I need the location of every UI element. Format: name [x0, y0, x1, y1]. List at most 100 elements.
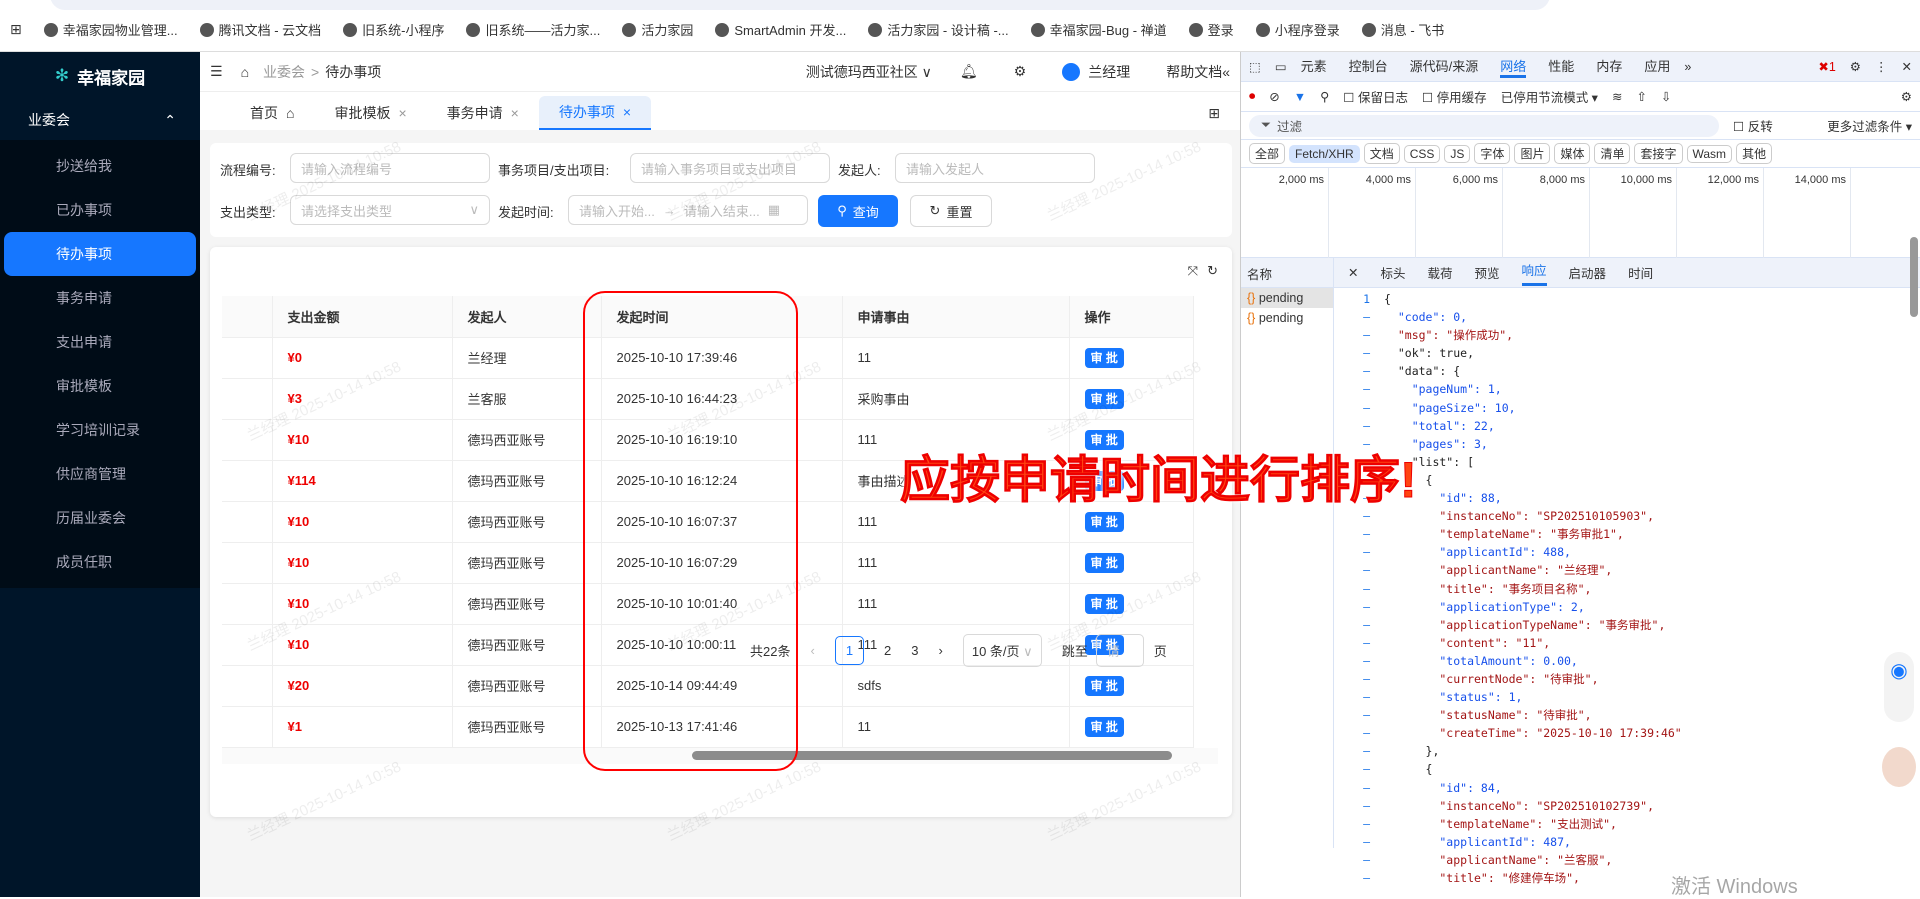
detail-tab[interactable]: 载荷 — [1428, 263, 1453, 282]
preserve-log-checkbox[interactable]: ☐ 保留日志 — [1343, 87, 1408, 106]
request-item[interactable]: {} pending — [1241, 288, 1333, 308]
inspect-icon[interactable]: ⬚ — [1249, 59, 1261, 74]
devtools-tab[interactable]: 内存 — [1596, 56, 1622, 78]
detail-tab[interactable]: 标头 — [1380, 263, 1405, 282]
community-select[interactable]: 测试德玛西亚社区 ∨ — [806, 62, 932, 82]
assistant-avatar[interactable] — [1882, 747, 1916, 787]
page-1[interactable]: 1 — [834, 636, 865, 665]
user-name[interactable]: 兰经理 — [1088, 62, 1130, 82]
type-filter-chip[interactable]: Wasm — [1686, 144, 1733, 163]
bookmark[interactable]: 腾讯文档 - 云文档 — [199, 20, 321, 39]
upload-icon[interactable]: ⇧ — [1636, 89, 1646, 104]
type-filter-chip[interactable]: Fetch/XHR — [1289, 144, 1360, 163]
type-select[interactable]: 请选择支出类型 ∨ — [290, 195, 490, 225]
bookmark[interactable]: 活力家园 — [622, 20, 693, 39]
filter-icon[interactable]: ▼ — [1294, 90, 1306, 104]
approve-button[interactable]: 审 批 — [1084, 389, 1124, 409]
sidebar-item[interactable]: 事务申请 — [4, 276, 196, 320]
record-icon[interactable]: ⏺ — [1249, 89, 1255, 104]
type-filter-chip[interactable]: 套接字 — [1634, 143, 1683, 164]
bookmark[interactable]: 消息 - 飞书 — [1361, 20, 1444, 39]
approve-button[interactable]: 审 批 — [1084, 676, 1124, 696]
more-tabs-icon[interactable]: » — [1684, 60, 1691, 74]
process-no-input[interactable]: 请输入流程编号 — [290, 153, 490, 183]
devtools-tab[interactable]: 应用 — [1644, 56, 1670, 78]
error-badge[interactable]: ✖1 — [1818, 59, 1835, 74]
devtools-tab[interactable]: 网络 — [1500, 56, 1527, 78]
sidebar-item[interactable]: 待办事项 — [4, 232, 196, 276]
approve-button[interactable]: 审 批 — [1084, 594, 1124, 614]
menu-fold-icon[interactable]: ☰ — [210, 63, 223, 80]
sidebar-item[interactable]: 历届业委会 — [4, 496, 196, 540]
invert-checkbox[interactable]: ☐ 反转 — [1733, 116, 1773, 135]
refresh-icon[interactable]: ↻ — [1207, 263, 1218, 279]
type-filter-chip[interactable]: 清单 — [1594, 143, 1631, 164]
tab-home[interactable]: 首页 ⌂ — [230, 96, 314, 130]
applicant-input[interactable]: 请输入发起人 — [895, 153, 1095, 183]
bookmark[interactable]: 幸福家园-Bug - 禅道 — [1030, 20, 1167, 39]
search-button[interactable]: ⚲ 查询 — [818, 195, 898, 227]
throttle-select[interactable]: 已停用节流模式 ▾ — [1501, 87, 1598, 106]
chat-widget-icon[interactable]: ◉ — [1884, 652, 1914, 722]
type-filter-chip[interactable]: 图片 — [1514, 143, 1551, 164]
close-detail-icon[interactable]: ✕ — [1348, 265, 1358, 280]
disable-cache-checkbox[interactable]: ☐ 停用缓存 — [1422, 87, 1487, 106]
bookmark[interactable]: 登录 — [1188, 20, 1234, 39]
sidebar-group-committee[interactable]: 业委会 ⌃ — [0, 100, 200, 140]
sidebar-item[interactable]: 支出申请 — [4, 320, 196, 364]
devtools-tab[interactable]: 性能 — [1548, 56, 1574, 78]
prev-page-icon[interactable]: ‹ — [810, 643, 814, 658]
home-icon[interactable]: ⌂ — [241, 64, 249, 80]
type-filter-chip[interactable]: 全部 — [1249, 143, 1286, 164]
sidebar-item[interactable]: 审批模板 — [4, 364, 196, 408]
sidebar-item[interactable]: 学习培训记录 — [4, 408, 196, 452]
collapse-icon[interactable]: « — [1222, 64, 1230, 80]
response-scrollbar[interactable] — [1910, 237, 1918, 317]
bell-icon[interactable]: 🔔︎ — [960, 63, 978, 80]
bookmark[interactable]: 活力家园 - 设计稿 -... — [868, 20, 1009, 39]
page-2[interactable]: 2 — [884, 643, 891, 658]
help-docs-link[interactable]: 帮助文档 — [1166, 62, 1222, 82]
settings-icon[interactable]: ⚙ — [1850, 59, 1861, 74]
devtools-tab[interactable]: 源代码/来源 — [1410, 56, 1479, 78]
bookmark[interactable]: SmartAdmin 开发... — [715, 20, 846, 39]
bookmark[interactable]: 旧系统——活力家... — [466, 20, 600, 39]
approve-button[interactable]: 审 批 — [1084, 348, 1124, 368]
filter-input[interactable]: ⏷ 过滤 — [1249, 114, 1719, 137]
request-item[interactable]: {} pending — [1241, 308, 1333, 328]
tab-approval-template[interactable]: 审批模板 × — [314, 96, 426, 130]
next-page-icon[interactable]: › — [939, 643, 943, 658]
type-filter-chip[interactable]: 字体 — [1474, 143, 1511, 164]
detail-tab[interactable]: 启动器 — [1569, 263, 1607, 282]
avatar[interactable] — [1062, 62, 1081, 81]
apps-icon[interactable]: ⊞ — [10, 21, 22, 38]
devtools-tab[interactable]: 控制台 — [1349, 56, 1388, 78]
settings-icon[interactable]: ⚙ — [1901, 89, 1912, 104]
download-icon[interactable]: ⇩ — [1661, 89, 1671, 104]
type-filter-chip[interactable]: CSS — [1403, 144, 1441, 163]
close-icon[interactable]: × — [398, 105, 406, 121]
device-icon[interactable]: ▭ — [1275, 59, 1287, 74]
sidebar-item[interactable]: 供应商管理 — [4, 452, 196, 496]
fullscreen-icon[interactable]: ⤧ — [1188, 263, 1198, 279]
approve-button[interactable]: 审 批 — [1084, 717, 1124, 737]
devtools-tab[interactable]: 元素 — [1301, 56, 1327, 78]
search-icon[interactable]: ⚲ — [1320, 89, 1329, 104]
detail-tab[interactable]: 时间 — [1628, 263, 1653, 282]
jump-input[interactable]: 请 — [1095, 634, 1144, 667]
detail-tab[interactable]: 响应 — [1521, 260, 1547, 286]
type-filter-chip[interactable]: JS — [1444, 144, 1471, 163]
wifi-icon[interactable]: ≋ — [1612, 89, 1622, 104]
approve-button[interactable]: 审 批 — [1084, 553, 1124, 573]
detail-tab[interactable]: 预览 — [1475, 263, 1500, 282]
type-filter-chip[interactable]: 其他 — [1736, 143, 1773, 164]
approve-button[interactable]: 审 批 — [1084, 512, 1124, 532]
address-bar[interactable] — [50, 0, 1550, 10]
timeline-overview[interactable]: 2,000 ms 4,000 ms 6,000 ms 8,000 ms 10,000 m… — [1241, 168, 1920, 258]
tab-pending-items[interactable]: 待办事项 × — [538, 96, 652, 130]
bookmark[interactable]: 小程序登录 — [1255, 20, 1340, 39]
page-size-select[interactable]: 10 条/页 ∨ — [962, 634, 1042, 667]
sidebar-item[interactable]: 已办事项 — [4, 188, 196, 232]
close-icon[interactable]: × — [511, 105, 519, 121]
type-filter-chip[interactable]: 文档 — [1363, 143, 1400, 164]
